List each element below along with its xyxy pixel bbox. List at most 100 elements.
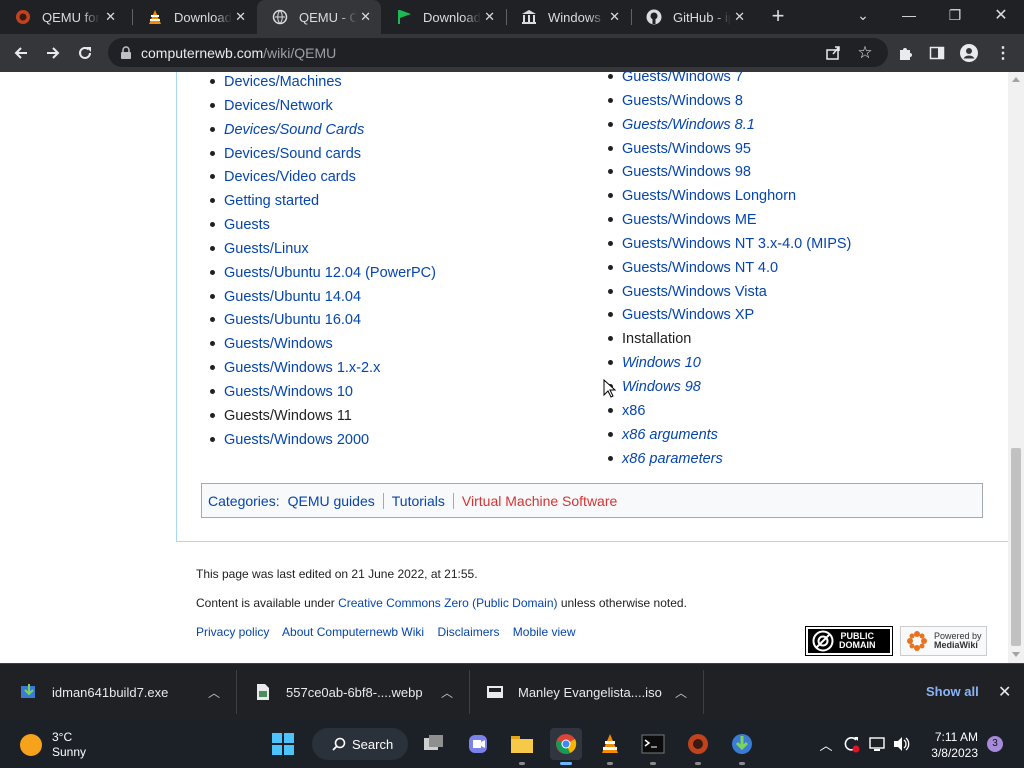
tab-download[interactable]: Download ✕ (381, 0, 505, 34)
about-link[interactable]: About Computernewb Wiki (282, 625, 424, 639)
tab-windows-phone[interactable]: Windows Phone ✕ (506, 0, 630, 34)
wiki-page-link[interactable]: Guests/Ubuntu 14.04 (224, 289, 361, 305)
tab-github[interactable]: GitHub - ipsw ✕ (631, 0, 755, 34)
tab-qemu-computernewb[interactable]: QEMU - Computernewb ✕ (257, 0, 381, 34)
public-domain-badge[interactable]: PUBLIC DOMAIN (805, 626, 893, 656)
close-window-button[interactable]: ✕ (978, 0, 1024, 30)
sync-icon[interactable] (841, 734, 861, 754)
close-tab-icon[interactable]: ✕ (609, 9, 620, 25)
chevron-up-icon[interactable]: ︿ (441, 684, 453, 701)
wiki-page-link[interactable]: Guests/Windows 7 (622, 72, 743, 85)
tab-qemu-for-windows[interactable]: QEMU for Windows ✕ (0, 0, 126, 34)
wiki-page-link[interactable]: Devices/Sound Cards (224, 122, 364, 138)
category-qemu-guides[interactable]: QEMU guides (280, 493, 383, 509)
wiki-page-link[interactable]: Guests/Windows XP (622, 307, 754, 323)
network-icon[interactable] (868, 734, 888, 754)
scrollbar-thumb[interactable] (1011, 448, 1021, 646)
weather-widget[interactable]: 3°C Sunny (20, 730, 86, 760)
internet-download-manager-icon[interactable] (726, 728, 758, 765)
new-tab-button[interactable]: + (766, 4, 790, 28)
volume-icon[interactable] (892, 734, 912, 754)
privacy-policy-link[interactable]: Privacy policy (196, 625, 269, 639)
chevron-up-tray-icon[interactable]: ︿ (816, 734, 836, 754)
file-explorer-icon[interactable] (506, 728, 538, 765)
wiki-page-link[interactable]: Devices/Sound cards (224, 146, 361, 162)
wiki-page-link[interactable]: Guests/Windows 95 (622, 141, 751, 157)
wiki-page-link[interactable]: Devices/Network (224, 98, 333, 114)
wiki-page-link[interactable]: Devices/Machines (224, 74, 342, 90)
close-tab-icon[interactable]: ✕ (734, 9, 745, 25)
wiki-page-link[interactable]: Guests/Ubuntu 12.04 (PowerPC) (224, 265, 436, 281)
bookmark-star-icon[interactable]: ☆ (850, 38, 880, 68)
scroll-up-arrow-icon[interactable] (1012, 77, 1020, 82)
wiki-page-link[interactable]: Windows 98 (622, 379, 701, 395)
chrome-taskbar-icon[interactable] (550, 728, 582, 765)
task-view-icon[interactable] (418, 728, 450, 760)
side-panel-icon[interactable] (922, 38, 952, 68)
wiki-page-link[interactable]: Guests/Windows (224, 336, 333, 352)
wiki-page-link[interactable]: Guests/Windows Longhorn (622, 188, 796, 204)
profile-avatar-icon[interactable] (954, 38, 984, 68)
scroll-down-arrow-icon[interactable] (1012, 652, 1020, 657)
tab-search-icon[interactable]: ⌄ (840, 0, 886, 30)
powered-by-mediawiki-badge[interactable]: Powered by MediaWiki (900, 626, 987, 656)
chevron-up-icon[interactable]: ︿ (675, 684, 687, 701)
wiki-page-link[interactable]: Guests (224, 217, 270, 233)
category-tutorials[interactable]: Tutorials (382, 492, 453, 509)
wiki-page-link[interactable]: Guests/Ubuntu 16.04 (224, 312, 361, 328)
reload-button[interactable] (70, 38, 100, 68)
wiki-page-link[interactable]: Guests/Windows NT 3.x-4.0 (MIPS) (622, 236, 851, 252)
start-button[interactable] (267, 728, 299, 760)
close-tab-icon[interactable]: ✕ (105, 9, 116, 25)
vlc-taskbar-icon[interactable] (594, 728, 626, 765)
tab-downloads[interactable]: Downloads ✕ (132, 0, 256, 34)
categories-label[interactable]: Categories: (208, 493, 280, 509)
wiki-page-link[interactable]: Guests/Windows 8 (622, 93, 743, 109)
close-download-shelf-icon[interactable]: ✕ (998, 682, 1011, 702)
wiki-page-link[interactable]: Guests/Windows NT 4.0 (622, 260, 778, 276)
page-scrollbar[interactable] (1008, 72, 1024, 663)
teams-chat-icon[interactable] (462, 728, 494, 760)
download-item[interactable]: Manley Evangelista....iso ︿ (486, 664, 703, 720)
mobile-view-link[interactable]: Mobile view (513, 625, 576, 639)
wiki-page-link[interactable]: Guests/Windows 11 (224, 408, 352, 424)
chrome-menu-icon[interactable]: ⋮ (988, 38, 1018, 68)
wiki-page-link[interactable]: Guests/Windows 98 (622, 164, 751, 180)
license-link[interactable]: Creative Commons Zero (Public Domain) (338, 596, 557, 610)
wiki-page-link[interactable]: Guests/Windows 10 (224, 384, 353, 400)
forward-button[interactable] (38, 38, 68, 68)
wiki-page-link[interactable]: Getting started (224, 193, 319, 209)
close-tab-icon[interactable]: ✕ (235, 9, 246, 25)
disclaimers-link[interactable]: Disclaimers (437, 625, 499, 639)
minimize-button[interactable]: — (886, 0, 932, 30)
category-virtual-machine-software[interactable]: Virtual Machine Software (452, 492, 625, 509)
lock-icon[interactable] (120, 45, 132, 60)
download-item[interactable]: 557ce0ab-6bf8-....webp ︿ (254, 664, 469, 720)
close-tab-icon[interactable]: ✕ (484, 9, 495, 25)
download-item[interactable]: idman641build7.exe ︿ (20, 664, 236, 720)
wiki-page-link[interactable]: Guests/Windows ME (622, 212, 757, 228)
system-clock[interactable]: 7:11 AM 3/8/2023 (924, 729, 978, 761)
wiki-page-link[interactable]: Devices/Video cards (224, 169, 356, 185)
wiki-page-link[interactable]: x86 parameters (622, 451, 723, 467)
restore-button[interactable]: ❐ (932, 0, 978, 30)
notification-count-badge[interactable]: 3 (987, 736, 1003, 752)
wiki-page-link[interactable]: Guests/Windows 8.1 (622, 117, 755, 133)
wiki-page-link[interactable]: Guests/Windows 1.x-2.x (224, 360, 380, 376)
terminal-taskbar-icon[interactable] (637, 728, 669, 765)
back-button[interactable] (6, 38, 36, 68)
address-bar[interactable]: computernewb.com/wiki/QEMU (108, 38, 888, 67)
qemu-taskbar-icon[interactable] (682, 728, 714, 765)
show-all-downloads-button[interactable]: Show all (926, 684, 979, 699)
extensions-icon[interactable] (890, 38, 920, 68)
wiki-page-link[interactable]: x86 arguments (622, 427, 718, 443)
share-icon[interactable] (818, 38, 848, 68)
wiki-page-link[interactable]: Windows 10 (622, 355, 701, 371)
wiki-page-link[interactable]: x86 (622, 403, 645, 419)
wiki-page-link[interactable]: Guests/Windows 2000 (224, 432, 369, 448)
wiki-page-link[interactable]: Installation (622, 331, 691, 347)
chevron-up-icon[interactable]: ︿ (208, 684, 220, 701)
close-tab-icon[interactable]: ✕ (360, 9, 371, 25)
wiki-page-link[interactable]: Guests/Linux (224, 241, 309, 257)
taskbar-search-box[interactable]: Search (312, 728, 408, 760)
